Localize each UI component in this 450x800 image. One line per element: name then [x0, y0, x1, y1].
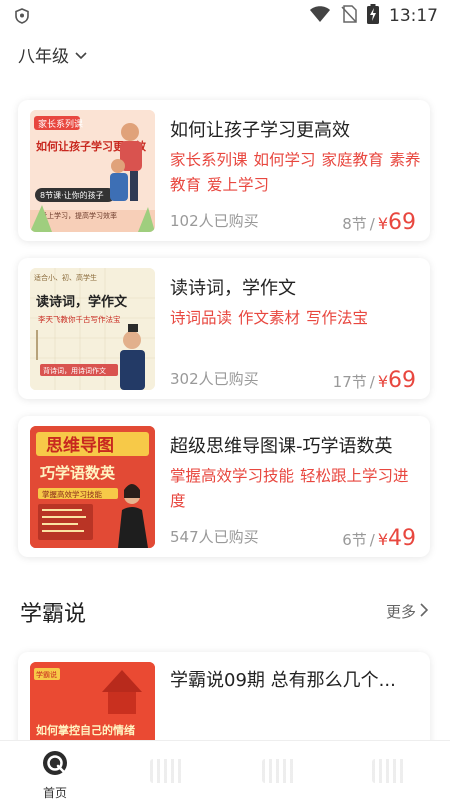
- course-title: 读诗词，学作文: [170, 278, 296, 299]
- status-time: 13:17: [389, 6, 438, 26]
- price-divider: /: [369, 531, 375, 549]
- currency-symbol: ¥: [377, 214, 388, 233]
- thumb-badge: 家长系列课: [38, 118, 83, 130]
- course-tags: 诗词品读 作文素材 写作法宝: [170, 306, 422, 331]
- chevron-right-icon: [420, 602, 429, 621]
- course-tag: 如何学习: [253, 151, 316, 169]
- bottom-nav: 首页: [0, 740, 450, 800]
- course-tags: 家长系列课 如何学习 家庭教育 素养教育 爱上学习: [170, 148, 422, 198]
- price-divider: /: [369, 215, 375, 233]
- shield-icon: [12, 6, 32, 26]
- status-bar: 13:17: [0, 0, 450, 32]
- course-title: 超级思维导图课-巧学语数英: [170, 436, 393, 457]
- course-tag: 掌握高效学习技能: [170, 467, 295, 485]
- no-sim-icon: [341, 5, 357, 27]
- thumb-headline: 如何掌控自己的情绪: [36, 723, 135, 737]
- currency-symbol: ¥: [377, 372, 388, 391]
- chevron-down-icon: [75, 45, 87, 65]
- thumb-headline: 思维导图: [46, 435, 114, 456]
- nav-home-label: 首页: [42, 786, 67, 800]
- course-tag: 诗词品读: [170, 309, 233, 327]
- course-tag: 爱上学习: [207, 176, 270, 194]
- nav-item-placeholder[interactable]: [372, 759, 406, 783]
- course-lessons: 6节: [342, 531, 367, 549]
- section-title: 学霸说: [20, 602, 87, 627]
- course-price: 69: [388, 368, 416, 393]
- course-price-row: 6节 / ¥ 49: [342, 526, 416, 551]
- course-price-row: 8节 / ¥ 69: [342, 210, 416, 235]
- price-divider: /: [369, 373, 375, 391]
- thumb-subline: 巧学语数英: [40, 464, 116, 482]
- course-thumbnail: 思维导图 巧学语数英 掌握高效学习技能: [30, 426, 155, 548]
- thumb-badge: 学霸说: [36, 670, 57, 679]
- course-price-row: 17节 / ¥ 69: [333, 368, 416, 393]
- nav-home[interactable]: 首页: [30, 749, 80, 800]
- course-lessons: 8节: [342, 215, 367, 233]
- article-card[interactable]: 学霸说 如何掌控自己的情绪 学霸说09期 总有那么几个...: [18, 652, 430, 752]
- thumb-subline: 李天飞教你千古写作法宝: [38, 314, 121, 324]
- thumb-banner: 8节课·让你的孩子: [40, 190, 104, 200]
- thumb-banner: 掌握高效学习技能: [42, 489, 102, 499]
- wifi-icon: [309, 5, 331, 27]
- course-lessons: 17节: [332, 373, 367, 391]
- thumb-top: 适合小、初、高学生: [34, 273, 97, 282]
- course-tag: 家长系列课: [170, 151, 248, 169]
- course-tag: 家庭教育: [321, 151, 384, 169]
- course-buyers: 302人已购买: [170, 370, 259, 388]
- course-thumbnail: 适合小、初、高学生 读诗词，学作文 李天飞教你千古写作法宝 背诗词，用诗词作文: [30, 268, 155, 390]
- course-tag: 写作法宝: [306, 309, 369, 327]
- battery-charging-icon: [367, 4, 379, 28]
- nav-item-placeholder[interactable]: [262, 759, 296, 783]
- article-title: 学霸说09期 总有那么几个...: [170, 670, 396, 691]
- course-card[interactable]: 家长系列课 如何让孩子学习更高效 8节课·让你的孩子 爱上学习，提高学习效率 如…: [18, 100, 430, 241]
- article-thumbnail: 学霸说 如何掌控自己的情绪: [30, 662, 155, 752]
- thumb-footer: 背诗词，用诗词作文: [43, 366, 106, 375]
- course-card[interactable]: 适合小、初、高学生 读诗词，学作文 李天飞教你千古写作法宝 背诗词，用诗词作文 …: [18, 258, 430, 399]
- grade-label: 八年级: [18, 47, 69, 67]
- more-label: 更多: [385, 603, 416, 621]
- course-price: 49: [388, 526, 416, 551]
- thumb-headline: 读诗词，学作文: [36, 294, 128, 310]
- course-price: 69: [388, 210, 416, 235]
- course-thumbnail: 家长系列课 如何让孩子学习更高效 8节课·让你的孩子 爱上学习，提高学习效率: [30, 110, 155, 232]
- nav-item-placeholder[interactable]: [150, 759, 184, 783]
- course-buyers: 547人已购买: [170, 528, 259, 546]
- course-buyers: 102人已购买: [170, 212, 259, 230]
- home-icon: [41, 749, 69, 781]
- course-tag: 作文素材: [238, 309, 301, 327]
- thumb-footer: 爱上学习，提高学习效率: [40, 211, 117, 220]
- course-tags: 掌握高效学习技能 轻松跟上学习进度: [170, 464, 422, 514]
- course-card[interactable]: 思维导图 巧学语数英 掌握高效学习技能 超级思维导图课-巧学语数英 掌握高效学习…: [18, 416, 430, 557]
- grade-selector[interactable]: 八年级: [18, 42, 87, 67]
- currency-symbol: ¥: [377, 530, 388, 549]
- course-title: 如何让孩子学习更高效: [170, 120, 350, 141]
- more-link[interactable]: 更多: [385, 601, 429, 622]
